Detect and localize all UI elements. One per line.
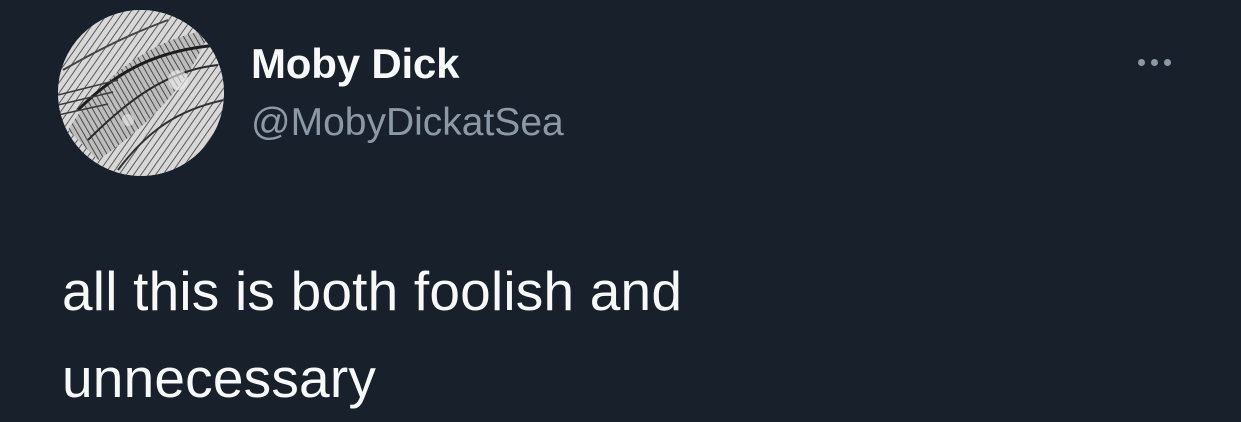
tweet-text-line: unnecessary [62, 347, 377, 409]
more-options-icon [1137, 58, 1145, 66]
tweet-text-line: all this is both foolish and [62, 260, 683, 322]
user-handle[interactable]: @MobyDickatSea [251, 98, 564, 148]
tweet-card: Moby Dick @MobyDickatSea all this is bot… [0, 0, 1241, 413]
more-options-icon [1150, 58, 1158, 66]
tweet-text: all this is both foolish and unnecessary [62, 248, 1162, 422]
more-options-icon [1163, 58, 1171, 66]
avatar[interactable] [58, 10, 224, 176]
whale-engraving-avatar-icon [58, 10, 224, 176]
display-name[interactable]: Moby Dick [251, 38, 459, 90]
more-options-button[interactable] [1124, 44, 1184, 80]
